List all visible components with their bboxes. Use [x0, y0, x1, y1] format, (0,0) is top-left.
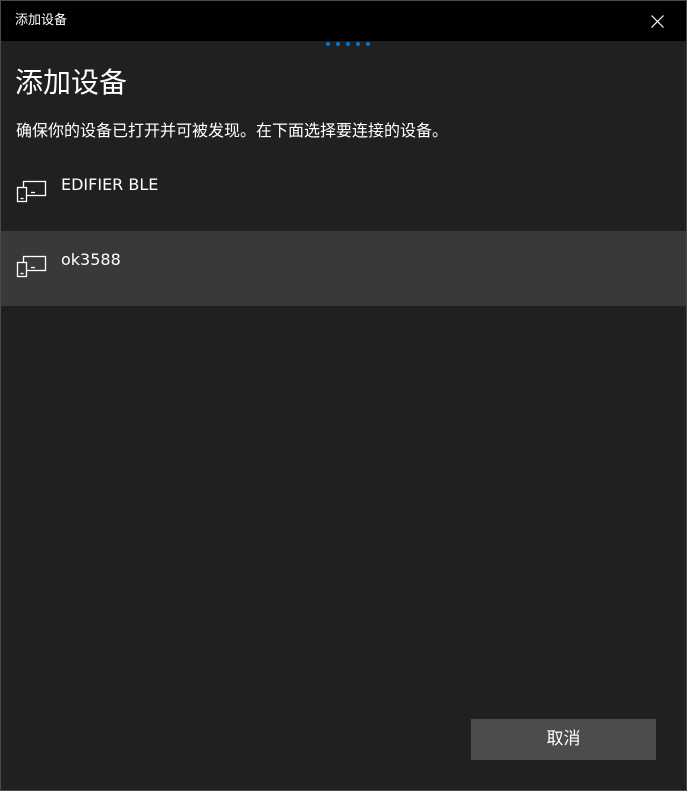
- device-item-edifier-ble[interactable]: EDIFIER BLE: [1, 156, 686, 231]
- title-bar[interactable]: 添加设备: [1, 1, 686, 41]
- device-name: ok3588: [61, 250, 121, 269]
- device-list: EDIFIER BLE ok3588: [1, 156, 686, 306]
- close-button[interactable]: [628, 1, 686, 41]
- device-name: EDIFIER BLE: [61, 175, 159, 194]
- add-device-dialog: 添加设备 添加设备 确保你的设备已打开并可被发现。在下面选择要连接的设备。 ED…: [0, 0, 687, 791]
- progress-dot: [336, 42, 340, 46]
- scanning-progress-indicator: [324, 41, 374, 47]
- window-title: 添加设备: [15, 13, 68, 28]
- page-title: 添加设备: [15, 66, 128, 99]
- progress-dot: [346, 42, 350, 46]
- close-icon: [650, 14, 664, 28]
- cancel-button[interactable]: 取消: [471, 719, 656, 760]
- progress-dot: [356, 42, 360, 46]
- progress-dot: [326, 42, 330, 46]
- progress-dot: [366, 42, 370, 46]
- device-display-icon: [16, 255, 47, 278]
- device-display-icon: [16, 180, 47, 203]
- device-item-ok3588[interactable]: ok3588: [1, 231, 686, 306]
- instruction-text: 确保你的设备已打开并可被发现。在下面选择要连接的设备。: [16, 121, 449, 140]
